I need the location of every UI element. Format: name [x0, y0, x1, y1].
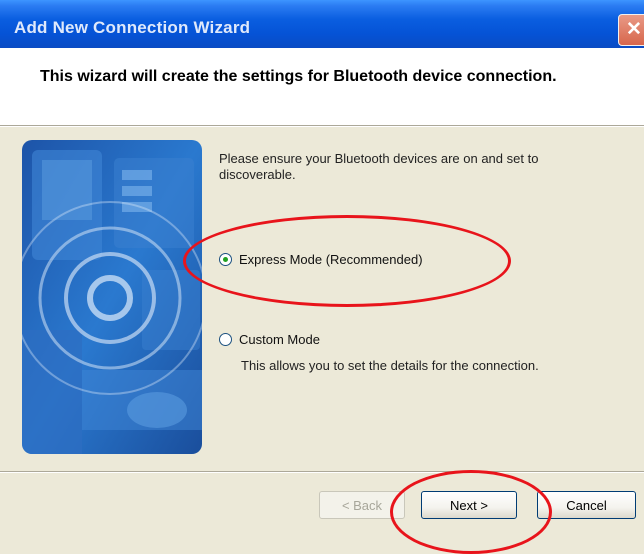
radio-icon[interactable]	[219, 333, 232, 346]
intro-text: Please ensure your Bluetooth devices are…	[219, 151, 539, 182]
express-mode-label[interactable]: Express Mode (Recommended)	[239, 252, 423, 267]
wizard-headline: This wizard will create the settings for…	[40, 68, 557, 85]
close-button[interactable]: ✕	[618, 14, 644, 46]
cancel-button[interactable]: Cancel	[537, 491, 636, 519]
bluetooth-devices-illustration	[22, 140, 202, 454]
title-bar[interactable]: Add New Connection Wizard ✕	[0, 0, 644, 48]
custom-mode-description: This allows you to set the details for t…	[241, 358, 539, 373]
footer-divider-highlight	[0, 472, 644, 473]
custom-mode-label[interactable]: Custom Mode	[239, 332, 320, 347]
next-button[interactable]: Next >	[421, 491, 517, 519]
illustration-graphic	[22, 140, 202, 454]
radio-icon[interactable]	[219, 253, 232, 266]
back-button[interactable]: < Back	[319, 491, 405, 519]
close-icon: ✕	[626, 19, 642, 40]
express-mode-option[interactable]: Express Mode (Recommended)	[219, 252, 423, 267]
header-divider-highlight	[0, 126, 644, 127]
wizard-header: This wizard will create the settings for…	[0, 48, 644, 125]
window-title: Add New Connection Wizard	[14, 18, 251, 37]
custom-mode-option[interactable]: Custom Mode	[219, 332, 320, 347]
